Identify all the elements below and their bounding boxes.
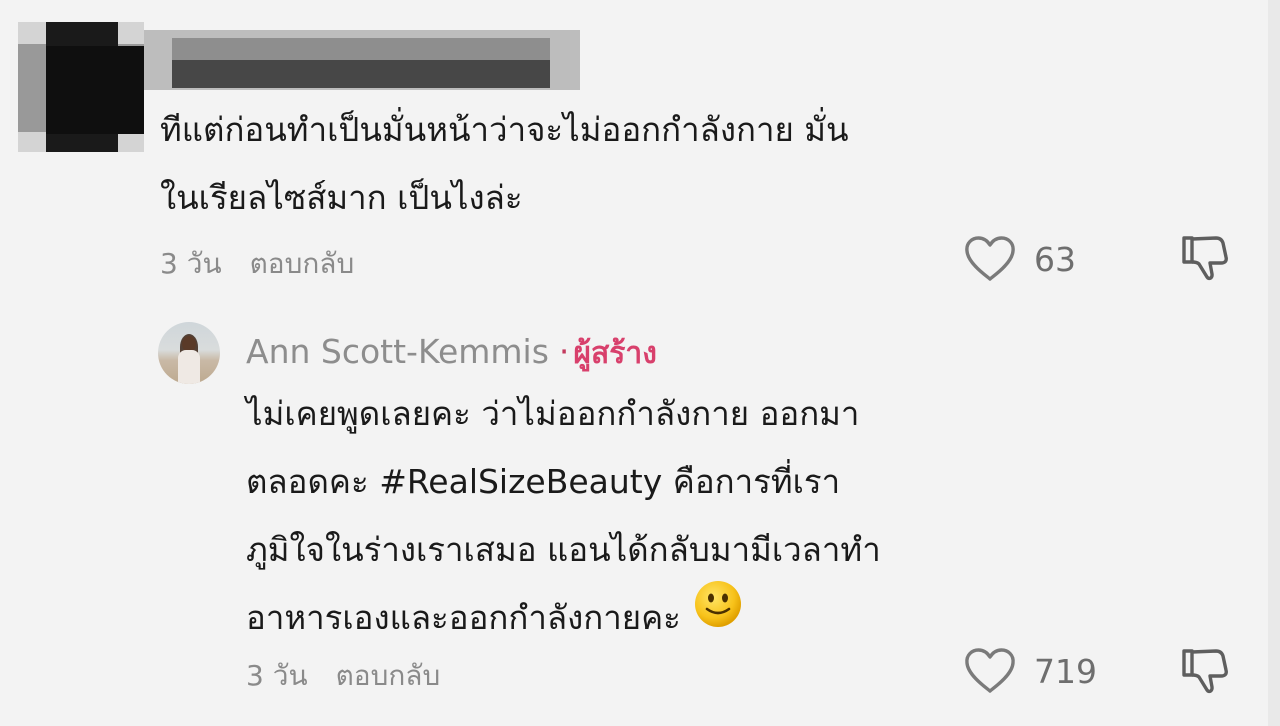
comment-line: ภูมิใจในร่างเราเสมอ แอนได้กลับมามีเวลาทำ (246, 530, 881, 569)
comment-line: อาหารเองและออกกำลังกายคะ (246, 598, 681, 637)
like-button[interactable]: 719 (962, 646, 1097, 696)
slightly-smiling-face-icon (693, 579, 743, 652)
comment-meta: 3 วัน ตอบกลับ (246, 654, 440, 698)
comment-text: ทีแต่ก่อนทำเป็นมั่นหน้าว่าจะไม่ออกกำลังก… (160, 96, 849, 232)
reply-button[interactable]: ตอบกลับ (336, 659, 441, 692)
like-count: 63 (1034, 239, 1076, 279)
author-name[interactable]: Ann Scott-Kemmis (246, 332, 549, 371)
dislike-button[interactable] (1178, 230, 1232, 288)
thumbs-down-outline-icon (1182, 236, 1228, 281)
avatar[interactable] (158, 322, 220, 384)
comment-line: ในเรียลไซส์มาก เป็นไงล่ะ (160, 178, 523, 217)
heart-outline-icon (965, 648, 1015, 693)
avatar-blurred[interactable] (18, 22, 144, 152)
like-button[interactable]: 63 (962, 234, 1076, 284)
username-blurred[interactable] (144, 30, 580, 90)
dislike-button[interactable] (1178, 643, 1232, 701)
comment-line: ทีแต่ก่อนทำเป็นมั่นหน้าว่าจะไม่ออกกำลังก… (160, 110, 849, 149)
comment-line-last: อาหารเองและออกกำลังกายคะ (246, 581, 881, 652)
comment-thread: ทีแต่ก่อนทำเป็นมั่นหน้าว่าจะไม่ออกกำลังก… (0, 0, 1280, 726)
like-count: 719 (1034, 651, 1097, 691)
thumbs-down-outline-icon (1182, 649, 1228, 694)
comment-author-line: Ann Scott-Kemmis · ผู้สร้าง (246, 330, 657, 377)
separator-dot: · (558, 332, 570, 371)
creator-badge: ผู้สร้าง (573, 336, 657, 371)
comment-time: 3 วัน (246, 659, 308, 692)
scroll-edge (1268, 0, 1280, 726)
reply-button[interactable]: ตอบกลับ (250, 247, 355, 280)
heart-outline-icon (965, 236, 1015, 281)
comment-meta: 3 วัน ตอบกลับ (160, 242, 354, 286)
comment-line: ไม่เคยพูดเลยคะ ว่าไม่ออกกำลังกาย ออกมา (246, 394, 860, 433)
comment-time: 3 วัน (160, 247, 222, 280)
comment-text: ไม่เคยพูดเลยคะ ว่าไม่ออกกำลังกาย ออกมา ต… (246, 380, 881, 652)
comment-line: ตลอดคะ #RealSizeBeauty คือการที่เรา (246, 462, 841, 501)
